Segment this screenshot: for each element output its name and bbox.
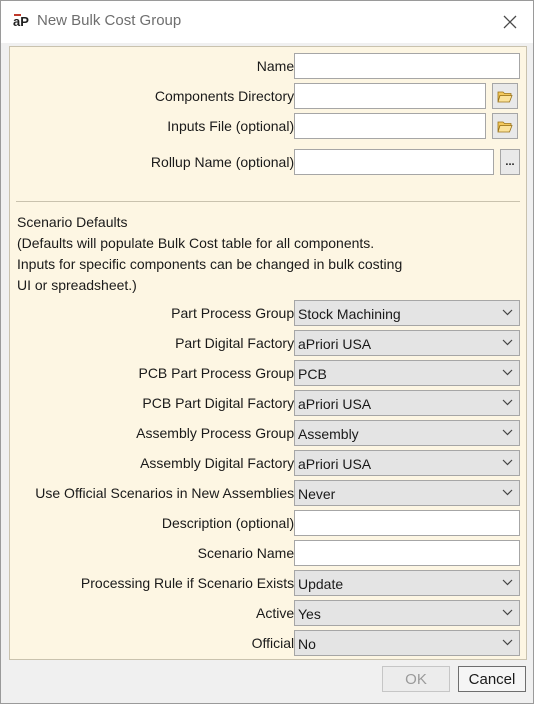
official-label: Official:: [251, 635, 298, 651]
scenario-defaults-heading: Scenario Defaults: [17, 214, 128, 230]
scenario-name-input[interactable]: [294, 540, 520, 566]
pcb-part-digital-factory-row: PCB Part Digital Factory: aPriori USA: [10, 390, 526, 416]
new-bulk-cost-group-dialog: aP New Bulk Cost Group Name: Components …: [0, 0, 534, 704]
cancel-button[interactable]: Cancel: [458, 666, 526, 692]
official-value: No: [298, 636, 316, 652]
processing-rule-select[interactable]: Update: [294, 570, 520, 596]
app-logo-icon: aP: [13, 14, 29, 29]
pcb-part-process-group-select[interactable]: PCB: [294, 360, 520, 386]
scenario-defaults-note-line1: (Defaults will populate Bulk Cost table …: [17, 235, 375, 251]
assembly-process-group-value: Assembly: [298, 426, 359, 442]
chevron-down-icon: [502, 339, 513, 346]
chevron-down-icon: [502, 459, 513, 466]
chevron-down-icon: [502, 489, 513, 496]
active-select[interactable]: Yes: [294, 600, 520, 626]
part-process-group-row: Part Process Group: Stock Machining: [10, 300, 526, 326]
assembly-digital-factory-label: Assembly Digital Factory:: [140, 455, 298, 471]
assembly-process-group-label: Assembly Process Group:: [136, 425, 298, 441]
assembly-digital-factory-select[interactable]: aPriori USA: [294, 450, 520, 476]
active-label: Active:: [255, 605, 298, 621]
processing-rule-label: Processing Rule if Scenario Exists:: [80, 575, 298, 591]
components-directory-browse-button[interactable]: [492, 83, 518, 109]
part-digital-factory-row: Part Digital Factory: aPriori USA: [10, 330, 526, 356]
use-official-scenarios-select[interactable]: Never: [294, 480, 520, 506]
pcb-part-digital-factory-label: PCB Part Digital Factory:: [142, 395, 298, 411]
folder-open-icon: [497, 121, 513, 132]
section-divider: [16, 201, 520, 202]
name-label: Name:: [256, 58, 298, 74]
rollup-name-input[interactable]: [294, 149, 494, 175]
close-button[interactable]: [497, 9, 523, 35]
chevron-down-icon: [502, 399, 513, 406]
name-row: Name:: [10, 53, 526, 79]
components-directory-input[interactable]: [294, 83, 486, 109]
use-official-scenarios-row: Use Official Scenarios in New Assemblies…: [10, 480, 526, 506]
processing-rule-row: Processing Rule if Scenario Exists: Upda…: [10, 570, 526, 596]
scenario-name-label: Scenario Name:: [197, 545, 298, 561]
chevron-down-icon: [502, 309, 513, 316]
pcb-part-digital-factory-value: aPriori USA: [298, 396, 372, 412]
description-label: Description (optional):: [161, 515, 298, 531]
use-official-scenarios-value: Never: [298, 486, 336, 502]
official-select[interactable]: No: [294, 630, 520, 656]
pcb-part-process-group-label: PCB Part Process Group:: [138, 365, 298, 381]
official-row: Official: No: [10, 630, 526, 656]
dialog-title: New Bulk Cost Group: [37, 12, 182, 29]
processing-rule-value: Update: [298, 576, 344, 592]
rollup-name-browse-button[interactable]: ...: [500, 149, 520, 175]
part-digital-factory-value: aPriori USA: [298, 336, 372, 352]
inputs-file-input[interactable]: [294, 113, 486, 139]
part-digital-factory-label: Part Digital Factory:: [175, 335, 298, 351]
use-official-scenarios-label: Use Official Scenarios in New Assemblies…: [35, 485, 298, 501]
description-input[interactable]: [294, 510, 520, 536]
form-panel: Name: Components Directory: Inputs File …: [9, 46, 527, 660]
part-digital-factory-select[interactable]: aPriori USA: [294, 330, 520, 356]
pcb-part-process-group-value: PCB: [298, 366, 327, 382]
pcb-part-process-group-row: PCB Part Process Group: PCB: [10, 360, 526, 386]
chevron-down-icon: [502, 429, 513, 436]
part-process-group-label: Part Process Group:: [171, 305, 298, 321]
active-value: Yes: [298, 606, 321, 622]
assembly-digital-factory-row: Assembly Digital Factory: aPriori USA: [10, 450, 526, 476]
scenario-defaults-note-line3: UI or spreadsheet.): [17, 277, 137, 293]
close-icon: [503, 15, 517, 29]
folder-open-icon: [497, 91, 513, 102]
rollup-name-label: Rollup Name (optional):: [150, 154, 298, 170]
scenario-name-row: Scenario Name:: [10, 540, 526, 566]
assembly-process-group-row: Assembly Process Group: Assembly: [10, 420, 526, 446]
chevron-down-icon: [502, 579, 513, 586]
scenario-defaults-note-line2: Inputs for specific components can be ch…: [17, 256, 403, 272]
assembly-digital-factory-value: aPriori USA: [298, 456, 372, 472]
inputs-file-row: Inputs File (optional):: [10, 113, 526, 139]
chevron-down-icon: [502, 609, 513, 616]
pcb-part-digital-factory-select[interactable]: aPriori USA: [294, 390, 520, 416]
inputs-file-browse-button[interactable]: [492, 113, 518, 139]
description-row: Description (optional):: [10, 510, 526, 536]
part-process-group-value: Stock Machining: [298, 306, 401, 322]
chevron-down-icon: [502, 369, 513, 376]
scenario-defaults-section: Scenario Defaults (Defaults will populat…: [17, 212, 517, 296]
inputs-file-label: Inputs File (optional):: [167, 118, 298, 134]
title-bar: aP New Bulk Cost Group: [1, 1, 533, 43]
active-row: Active: Yes: [10, 600, 526, 626]
components-directory-label: Components Directory:: [154, 88, 298, 104]
name-input[interactable]: [294, 53, 520, 79]
part-process-group-select[interactable]: Stock Machining: [294, 300, 520, 326]
chevron-down-icon: [502, 639, 513, 646]
rollup-name-row: Rollup Name (optional): ...: [10, 149, 526, 175]
components-directory-row: Components Directory:: [10, 83, 526, 109]
ok-button[interactable]: OK: [382, 666, 450, 692]
assembly-process-group-select[interactable]: Assembly: [294, 420, 520, 446]
